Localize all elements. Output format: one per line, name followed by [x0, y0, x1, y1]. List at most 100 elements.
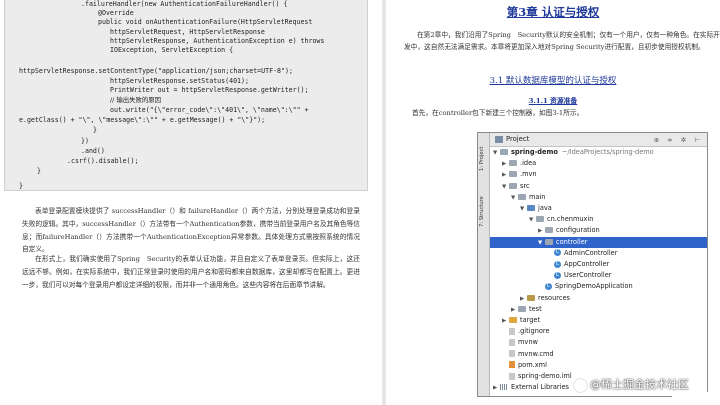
- java-class-icon: C: [554, 260, 561, 268]
- tree-item-label: target: [520, 316, 541, 324]
- page-footer-blank: [672, 392, 720, 405]
- code-line: @Override: [98, 9, 134, 17]
- folder-icon: [509, 160, 517, 167]
- code-line: }): [81, 137, 89, 145]
- collapsed-arrow-icon[interactable]: ▶: [493, 383, 500, 394]
- code-comment: // 输出失败的原因: [110, 96, 162, 104]
- tree-item[interactable]: ▶ .mvn: [490, 169, 707, 180]
- body-paragraph: 在形式上，我们确实使用了Spring Security的表单认证功能，并且自定义…: [22, 255, 360, 289]
- tree-item[interactable]: ▶ target: [490, 315, 707, 326]
- tree-item[interactable]: C AppController: [490, 259, 707, 270]
- tree-item[interactable]: ▼ main: [490, 192, 707, 203]
- tree-item[interactable]: pom.xml: [490, 360, 707, 371]
- tree-item-label: src: [520, 181, 530, 190]
- intro-paragraph: 在第2章中，我们沿用了Spring Security默认的安全机制；仅有一个用户…: [404, 31, 720, 52]
- tree-item-label: spring-demo.iml: [518, 372, 572, 380]
- ide-side-strip: 1: Project 7: Structure: [478, 133, 490, 396]
- folder-icon: [500, 149, 508, 155]
- java-class-icon: C: [554, 249, 561, 257]
- code-line: PrintWriter out = httpServletResponse.ge…: [110, 86, 309, 94]
- code-line: .and(): [81, 147, 105, 155]
- file-icon: [509, 338, 515, 346]
- file-icon: [509, 327, 515, 335]
- tree-item-label: UserController: [564, 271, 612, 280]
- folder-icon: [518, 305, 526, 312]
- code-line: out.write("{\"error_code\":\"401\", \"na…: [110, 106, 309, 114]
- tree-item[interactable]: C AdminController: [490, 248, 707, 259]
- ide-header-label[interactable]: Project: [506, 135, 529, 143]
- tree-item[interactable]: mvnw.cmd: [490, 349, 707, 360]
- watermark-text: @稀土掘金技术社区: [590, 378, 689, 391]
- tree-item[interactable]: ▼ cn.chenmuxin: [490, 214, 707, 225]
- file-icon: [509, 350, 515, 358]
- code-line: .failureHandler(new AuthenticationFailur…: [81, 0, 288, 8]
- code-line: httpServletResponse.setContentType("appl…: [19, 67, 293, 75]
- right-page: 第3章 认证与授权 在第2章中，我们沿用了Spring Security默认的安…: [386, 0, 720, 405]
- folder-icon: [509, 171, 517, 178]
- maven-file-icon: [509, 361, 515, 369]
- folder-icon: [545, 227, 553, 234]
- side-tab-project[interactable]: 1: Project: [479, 139, 488, 179]
- folder-icon: [518, 193, 526, 200]
- tree-item[interactable]: ▼ src: [490, 181, 707, 192]
- code-block: .failureHandler(new AuthenticationFailur…: [4, 0, 368, 191]
- project-view-icon: [495, 135, 503, 143]
- side-tab-structure[interactable]: 7: Structure: [479, 189, 488, 235]
- tree-item[interactable]: ▶ resources: [490, 293, 707, 304]
- tree-item[interactable]: ▶ test: [490, 304, 707, 315]
- code-line: httpServletResponse, AuthenticationExcep…: [110, 37, 325, 45]
- tree-item-label: resources: [538, 293, 570, 302]
- section-title: 3.1 默认数据库模型的认证与授权: [489, 76, 617, 86]
- folder-icon: [509, 317, 517, 323]
- code-line: public void onAuthenticationFailure(Http…: [98, 18, 313, 26]
- folder-icon: [545, 238, 553, 245]
- code-line: httpServletResponse.setStatus(401);: [110, 77, 249, 85]
- tree-item-label: .idea: [520, 159, 537, 168]
- tree-item-label: AdminController: [564, 248, 618, 257]
- tree-item-label: test: [529, 304, 542, 313]
- chapter-title: 第3章 认证与授权: [506, 5, 600, 19]
- tree-item[interactable]: ▼ java: [490, 203, 707, 214]
- tree-item-label: mvnw.cmd: [518, 349, 554, 358]
- code-line: }: [93, 126, 97, 134]
- tree-item-label: .gitignore: [518, 327, 550, 336]
- folder-icon: [509, 182, 517, 189]
- tree-item-label: main: [529, 192, 546, 201]
- tree-item-label: mvnw: [518, 338, 538, 347]
- tree-item[interactable]: C UserController: [490, 270, 707, 281]
- tree-item-label: cn.chenmuxin: [547, 215, 594, 224]
- body-paragraph: 表单登录配置模块提供了 successHandler（）和 failureHan…: [22, 207, 360, 254]
- tree-item[interactable]: ▶ configuration: [490, 225, 707, 236]
- folder-icon: [536, 216, 544, 223]
- tree-item[interactable]: ▼ controller: [490, 236, 707, 248]
- left-page: .failureHandler(new AuthenticationFailur…: [0, 0, 382, 405]
- subsection-paragraph: 首先，在controller包下新建三个控制器，如图3-1所示。: [412, 109, 584, 117]
- tree-item-label: SpringDemoApplication: [555, 282, 633, 291]
- code-line: }: [19, 182, 23, 190]
- ide-panel-header: Project ⊕ ≑ ✲ ⊢: [490, 133, 707, 147]
- library-icon: [500, 384, 508, 391]
- tree-item[interactable]: mvnw: [490, 337, 707, 348]
- code-line: IOException, ServletException {: [110, 46, 234, 54]
- tree-item-label: AppController: [564, 260, 610, 268]
- java-class-icon: C: [545, 282, 552, 290]
- code-line: .csrf().disable();: [67, 157, 139, 165]
- tree-item[interactable]: .gitignore: [490, 326, 707, 337]
- java-class-icon: C: [554, 271, 561, 279]
- ide-project-panel: 1: Project 7: Structure Project ⊕ ≑ ✲ ⊢ …: [477, 132, 708, 397]
- code-line: httpServletRequest, HttpServletResponse: [110, 28, 265, 36]
- code-line: e.getClass() + "\", \"message\":\"" + e.…: [19, 116, 266, 124]
- tree-item[interactable]: C SpringDemoApplication: [490, 281, 707, 292]
- tree-item-label: External Libraries: [511, 383, 569, 392]
- code-line: }: [37, 167, 41, 175]
- tree-item-label: configuration: [556, 226, 600, 235]
- tree-item-label: .mvn: [520, 170, 537, 179]
- tree-item-label: controller: [556, 237, 588, 246]
- header-toolbar-icons[interactable]: ⊕ ≑ ✲ ⊢: [654, 136, 703, 144]
- project-tree: ▼ spring-demo ~/IdeaProjects/spring-demo ▶.…: [490, 147, 707, 396]
- tree-item[interactable]: ▶ .idea: [490, 158, 707, 169]
- tree-item-label: java: [538, 204, 552, 212]
- folder-icon: [527, 205, 535, 211]
- tree-item[interactable]: ▼ spring-demo ~/IdeaProjects/spring-demo: [490, 147, 707, 158]
- tree-item-label: pom.xml: [518, 360, 547, 369]
